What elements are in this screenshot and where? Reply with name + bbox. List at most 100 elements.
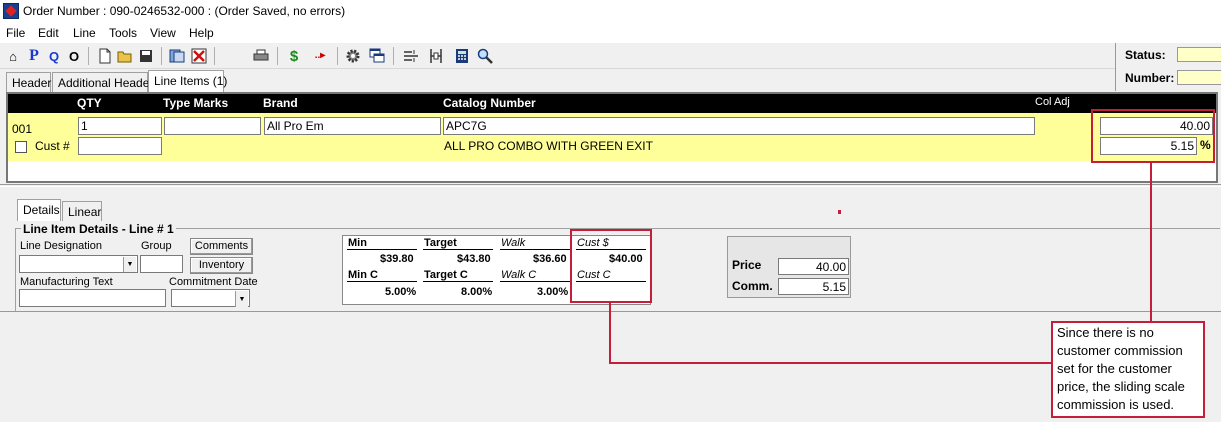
comm-field[interactable]: 5.15 xyxy=(778,278,849,295)
manufacturing-text-label: Manufacturing Text xyxy=(20,276,113,288)
menu-bar: File Edit Line Tools View Help xyxy=(0,23,1221,43)
commitment-date-field[interactable]: ▼ xyxy=(171,289,250,307)
details-group-title: Line Item Details - Line # 1 xyxy=(21,222,176,236)
commitment-date-label: Commitment Date xyxy=(169,276,258,288)
qty-field[interactable]: 1 xyxy=(78,117,162,135)
manufacturing-text-field[interactable] xyxy=(19,289,166,307)
tab-header[interactable]: Header xyxy=(6,72,51,92)
dollar-icon[interactable]: $ xyxy=(285,47,303,65)
menu-tools[interactable]: Tools xyxy=(109,26,137,40)
stray-mark xyxy=(838,210,841,214)
open-folder-icon[interactable] xyxy=(116,47,134,65)
toolbar-separator xyxy=(214,47,215,65)
menu-help[interactable]: Help xyxy=(189,26,214,40)
line-number: 001 xyxy=(12,122,33,136)
new-doc-icon[interactable] xyxy=(96,47,114,65)
price-comm-panel: Price 40.00 Comm. 5.15 xyxy=(727,236,851,298)
catalog-field[interactable]: APC7G xyxy=(443,117,1035,135)
app-icon xyxy=(3,3,19,19)
min-c-value: 5.00% xyxy=(385,286,417,298)
menu-file[interactable]: File xyxy=(6,26,25,40)
col-catalog-header: Catalog Number xyxy=(443,96,536,110)
cust-number-field[interactable] xyxy=(78,137,162,155)
status-label: Status: xyxy=(1125,48,1166,62)
status-panel: Status: Number: xyxy=(1115,43,1221,91)
target-label: Target xyxy=(424,237,457,249)
target-c-label: Target C xyxy=(424,269,468,281)
underline xyxy=(500,249,570,250)
delete-icon[interactable] xyxy=(190,47,208,65)
min-c-label: Min C xyxy=(348,269,378,281)
line-designation-label: Line Designation xyxy=(20,240,102,252)
annotation-callout: Since there is no customer commission se… xyxy=(1051,321,1205,418)
line-items-header: QTY Type Marks Brand Catalog Number Col … xyxy=(8,94,1216,113)
windows-icon[interactable] xyxy=(368,47,386,65)
highlight-cust-columns xyxy=(570,229,652,303)
target-value: $43.80 xyxy=(457,253,491,265)
price-field[interactable]: 40.00 xyxy=(778,258,849,275)
cust-checkbox[interactable] xyxy=(15,141,27,153)
underline xyxy=(347,249,417,250)
inventory-button[interactable]: Inventory xyxy=(190,257,253,274)
underline xyxy=(423,281,493,282)
group-label: Group xyxy=(141,240,172,252)
min-value: $39.80 xyxy=(380,253,414,265)
more-icon[interactable]: ..▸ xyxy=(308,47,332,65)
underline xyxy=(500,281,570,282)
col-type-marks-header: Type Marks xyxy=(163,96,229,110)
col-brand-header: Brand xyxy=(263,96,298,110)
tab-line-items[interactable]: Line Items (1) xyxy=(148,70,227,92)
save-icon[interactable] xyxy=(137,47,155,65)
highlight-col-adj xyxy=(1091,109,1215,163)
line-items-grid: QTY Type Marks Brand Catalog Number Col … xyxy=(6,92,1218,183)
min-label: Min xyxy=(348,237,367,249)
callout-connector xyxy=(609,362,1052,364)
search-icon[interactable] xyxy=(476,47,494,65)
cust-label: Cust # xyxy=(35,139,70,153)
toolbar-separator xyxy=(337,47,338,65)
window-title: Order Number : 090-0246532-000 : (Order … xyxy=(23,4,346,18)
settings-icon[interactable] xyxy=(344,47,362,65)
toolbar-separator xyxy=(277,47,278,65)
target-c-value: 8.00% xyxy=(461,286,493,298)
copy-icon[interactable] xyxy=(168,47,186,65)
o-icon[interactable]: O xyxy=(65,47,83,65)
menu-view[interactable]: View xyxy=(150,26,176,40)
brand-field[interactable]: All Pro Em xyxy=(264,117,441,135)
walk-c-value: 3.00% xyxy=(537,286,569,298)
callout-connector xyxy=(1150,163,1152,321)
number-label: Number: xyxy=(1125,71,1175,85)
merge-icon[interactable] xyxy=(427,47,445,65)
menu-line[interactable]: Line xyxy=(73,26,96,40)
tab-additional-header[interactable]: Additional Header xyxy=(52,72,153,92)
print-icon[interactable] xyxy=(252,47,270,65)
chevron-down-icon[interactable]: ▼ xyxy=(123,257,136,272)
tab-linear[interactable]: Linear xyxy=(62,201,102,221)
line-designation-select[interactable]: ▼ xyxy=(19,255,138,273)
chevron-down-icon[interactable]: ▼ xyxy=(235,291,248,307)
menu-edit[interactable]: Edit xyxy=(38,26,59,40)
toolbar-separator xyxy=(393,47,394,65)
walk-label: Walk xyxy=(501,237,526,249)
number-field xyxy=(1177,70,1221,85)
calculator-icon[interactable] xyxy=(453,47,471,65)
callout-connector xyxy=(609,303,611,364)
q-icon[interactable]: Q xyxy=(45,47,63,65)
tab-details[interactable]: Details xyxy=(17,199,61,221)
status-field xyxy=(1177,47,1221,62)
underline xyxy=(423,249,493,250)
split-icon[interactable] xyxy=(402,47,420,65)
home-icon[interactable]: ⌂ xyxy=(4,47,22,65)
p-icon[interactable]: P xyxy=(25,47,43,65)
col-qty-header: QTY xyxy=(77,96,102,110)
col-adj-header: Col Adj xyxy=(1035,96,1070,108)
comments-button[interactable]: Comments xyxy=(190,238,253,255)
type-marks-field[interactable] xyxy=(164,117,261,135)
toolbar: ⌂ P Q O $ ..▸ xyxy=(0,43,1115,69)
description-text: ALL PRO COMBO WITH GREEN EXIT xyxy=(444,139,653,153)
toolbar-separator xyxy=(161,47,162,65)
splitter[interactable] xyxy=(0,184,1221,187)
line-item-row: 001 1 All Pro Em APC7G Cust # ALL PRO CO… xyxy=(8,113,1216,161)
group-field[interactable] xyxy=(140,255,183,273)
walk-value: $36.60 xyxy=(533,253,567,265)
